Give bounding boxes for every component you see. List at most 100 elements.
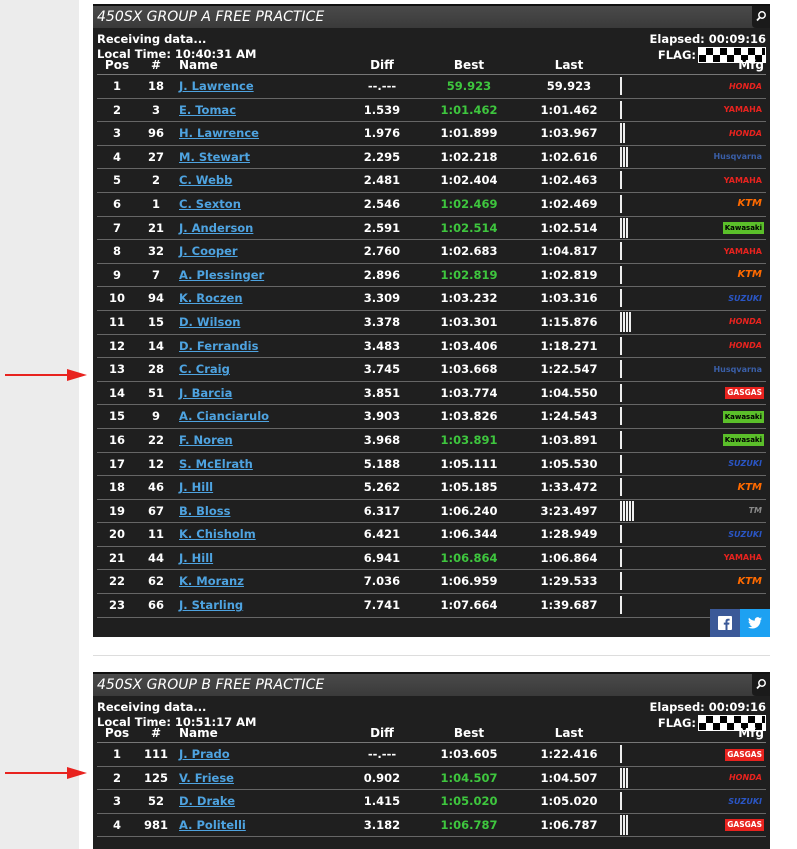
rider-name-link[interactable]: A. Cianciarulo xyxy=(179,409,269,423)
cell-pos: 6 xyxy=(112,196,121,211)
cell-best-lap: 1:02.218 xyxy=(440,149,498,164)
table-row: 2 125 V. Friese 0.902 1:04.507 1:04.507 HONDA xyxy=(97,767,766,791)
rider-name-link[interactable]: J. Prado xyxy=(179,747,230,761)
search-icon[interactable] xyxy=(748,674,770,696)
session-title: 450SX GROUP B FREE PRACTICE xyxy=(93,672,770,696)
rider-name-link[interactable]: J. Barcia xyxy=(179,386,232,400)
cell-number: 2 xyxy=(151,173,160,188)
twitter-share-button[interactable] xyxy=(740,609,770,637)
col-best[interactable]: Best xyxy=(419,724,519,742)
cell-diff: 1.539 xyxy=(363,102,401,117)
cell-last-lap: 1:02.819 xyxy=(540,267,598,282)
cell-last-lap: 1:06.787 xyxy=(540,817,598,832)
rider-name-link[interactable]: F. Noren xyxy=(179,433,233,447)
cell-best-lap: 1:03.774 xyxy=(440,385,498,400)
cell-pos: 20 xyxy=(108,527,125,542)
cell-diff: 2.295 xyxy=(363,149,401,164)
cell-name: J. Prado xyxy=(175,743,345,766)
cell-name: A. Plessinger xyxy=(175,264,345,287)
cell-pos: 18 xyxy=(108,480,125,495)
cell-name: C. Webb xyxy=(175,169,345,192)
cell-last-lap: 1:39.687 xyxy=(540,598,598,613)
facebook-share-button[interactable] xyxy=(710,609,740,637)
cell-last-lap: 1:02.469 xyxy=(540,196,598,211)
rider-name-link[interactable]: D. Wilson xyxy=(179,315,240,329)
session-title: 450SX GROUP A FREE PRACTICE xyxy=(93,4,770,28)
cell-pos: 7 xyxy=(112,220,121,235)
cell-best-lap: 1:04.507 xyxy=(440,770,498,785)
cell-diff: 2.546 xyxy=(363,196,401,211)
col-mfg[interactable]: Mfg xyxy=(619,724,766,742)
col-best[interactable]: Best xyxy=(419,56,519,74)
lap-bar xyxy=(623,500,625,521)
col-diff[interactable]: Diff xyxy=(345,56,419,74)
table-row: 9 7 A. Plessinger 2.896 1:02.819 1:02.819 KTM xyxy=(97,264,766,288)
rider-name-link[interactable]: A. Politelli xyxy=(179,818,246,832)
rider-name-link[interactable]: K. Chisholm xyxy=(179,527,256,541)
col-last[interactable]: Last xyxy=(519,724,619,742)
manufacturer-logo: KTM xyxy=(737,269,762,281)
manufacturer-logo: YAMAHA xyxy=(723,175,762,185)
cell-last-lap: 1:02.463 xyxy=(540,173,598,188)
cell-best-lap: 1:02.819 xyxy=(440,267,498,282)
cell-diff: 2.896 xyxy=(363,267,401,282)
rider-name-link[interactable]: J. Starling xyxy=(179,598,243,612)
cell-mfg: HONDA xyxy=(619,122,766,145)
cell-mfg: Kawasaki xyxy=(619,405,766,428)
rider-name-link[interactable]: V. Friese xyxy=(179,771,234,785)
cell-mfg: SUZUKI xyxy=(619,790,766,813)
search-icon[interactable] xyxy=(748,6,770,28)
manufacturer-logo: Husqvarna xyxy=(713,152,762,162)
cell-diff: 2.481 xyxy=(363,173,401,188)
rider-name-link[interactable]: J. Anderson xyxy=(179,221,253,235)
rider-name-link[interactable]: H. Lawrence xyxy=(179,126,259,140)
rider-name-link[interactable]: A. Plessinger xyxy=(179,268,264,282)
cell-number: 51 xyxy=(147,385,164,400)
table-row: 1 111 J. Prado --.--- 1:03.605 1:22.416 GASGAS xyxy=(97,743,766,767)
page-left-margin xyxy=(0,0,79,849)
cell-name: J. Hill xyxy=(175,476,345,499)
lap-bar xyxy=(623,123,625,144)
col-diff[interactable]: Diff xyxy=(345,724,419,742)
cell-best-lap: 1:02.469 xyxy=(440,196,498,211)
manufacturer-logo: HONDA xyxy=(728,317,762,327)
manufacturer-logo: KTM xyxy=(737,198,762,210)
cell-pos: 22 xyxy=(108,574,125,589)
manufacturer-logo: SUZUKI xyxy=(728,796,762,806)
cell-best-lap: 1:03.668 xyxy=(440,362,498,377)
lap-separator xyxy=(620,478,622,497)
cell-last-lap: 1:06.864 xyxy=(540,550,598,565)
rider-name-link[interactable]: K. Roczen xyxy=(179,291,243,305)
cell-best-lap: 1:03.891 xyxy=(440,432,498,447)
rider-name-link[interactable]: M. Stewart xyxy=(179,150,250,164)
cell-last-lap: 1:15.876 xyxy=(540,314,598,329)
rider-name-link[interactable]: E. Tomac xyxy=(179,103,236,117)
cell-last-lap: 1:04.550 xyxy=(540,385,598,400)
rider-name-link[interactable]: B. Bloss xyxy=(179,504,230,518)
rider-name-link[interactable]: J. Hill xyxy=(179,551,213,565)
cell-mfg: TM xyxy=(619,500,766,523)
lap-bar xyxy=(623,814,625,835)
rider-name-link[interactable]: C. Sexton xyxy=(179,197,241,211)
lap-bar xyxy=(626,146,628,167)
table-row: 5 2 C. Webb 2.481 1:02.404 1:02.463 YAMAHA xyxy=(97,169,766,193)
rider-name-link[interactable]: S. McElrath xyxy=(179,457,253,471)
rider-name-link[interactable]: C. Craig xyxy=(179,362,230,376)
section-divider xyxy=(93,655,770,656)
rider-name-link[interactable]: C. Webb xyxy=(179,173,232,187)
col-mfg[interactable]: Mfg xyxy=(619,56,766,74)
cell-name: A. Cianciarulo xyxy=(175,405,345,428)
cell-mfg: Husqvarna xyxy=(619,358,766,381)
lap-bar xyxy=(620,500,622,521)
cell-number: 125 xyxy=(143,770,168,785)
cell-number: 111 xyxy=(143,747,168,761)
cell-best-lap: 1:02.683 xyxy=(440,244,498,259)
rider-name-link[interactable]: J. Hill xyxy=(179,480,213,494)
rider-name-link[interactable]: J. Lawrence xyxy=(179,79,254,93)
rider-name-link[interactable]: K. Moranz xyxy=(179,574,244,588)
rider-name-link[interactable]: J. Cooper xyxy=(179,244,238,258)
rider-name-link[interactable]: D. Drake xyxy=(179,794,235,808)
rider-name-link[interactable]: D. Ferrandis xyxy=(179,339,258,353)
col-last[interactable]: Last xyxy=(519,56,619,74)
session-info: Receiving data... Local Time: 10:51:17 A… xyxy=(93,696,770,731)
